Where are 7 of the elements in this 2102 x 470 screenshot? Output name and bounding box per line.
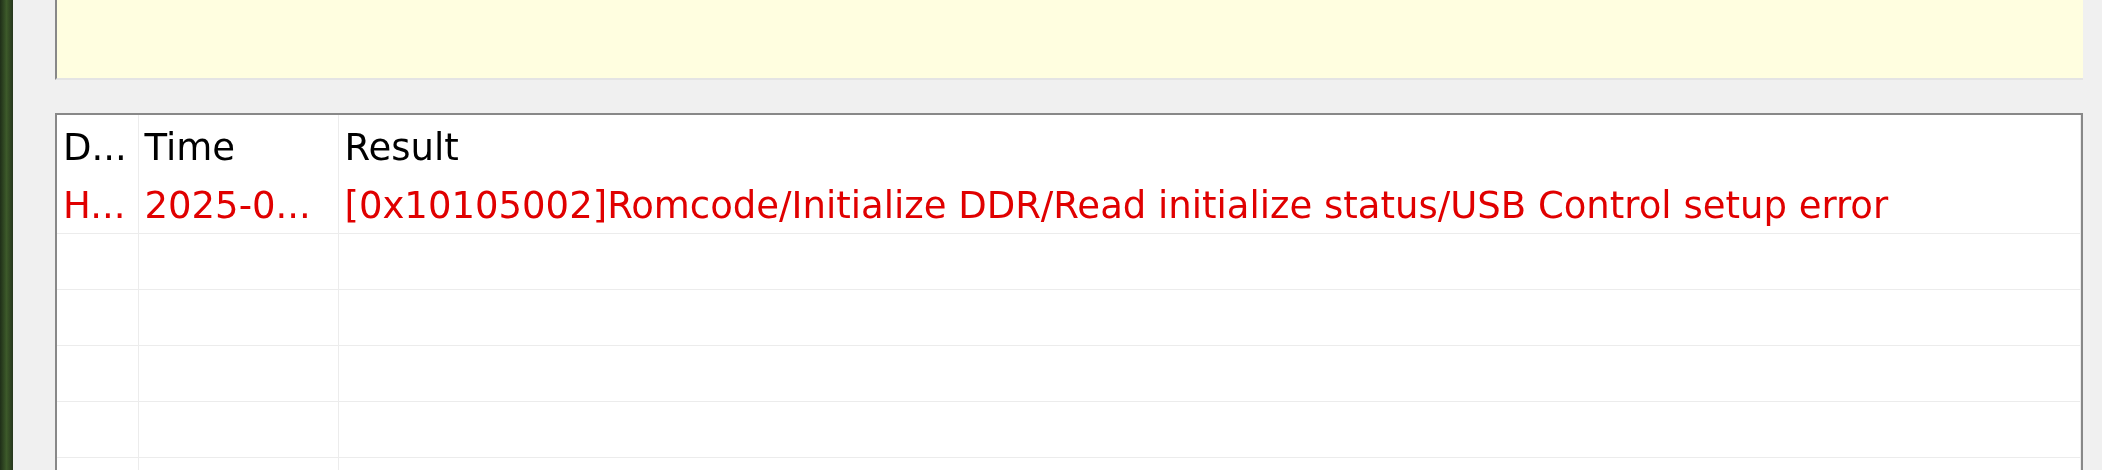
- column-header[interactable]: Result: [338, 115, 2081, 177]
- column-header[interactable]: D...: [57, 115, 138, 177]
- table-cell: 2025-0...: [138, 177, 338, 234]
- table-cell: [0x10105002]Romcode/Initialize DDR/Read initialize status/USB Control setup error: [338, 177, 2081, 234]
- table-cell: H...: [57, 177, 138, 234]
- log-text-area[interactable]: [55, 0, 2083, 80]
- column-header[interactable]: Time: [138, 115, 338, 177]
